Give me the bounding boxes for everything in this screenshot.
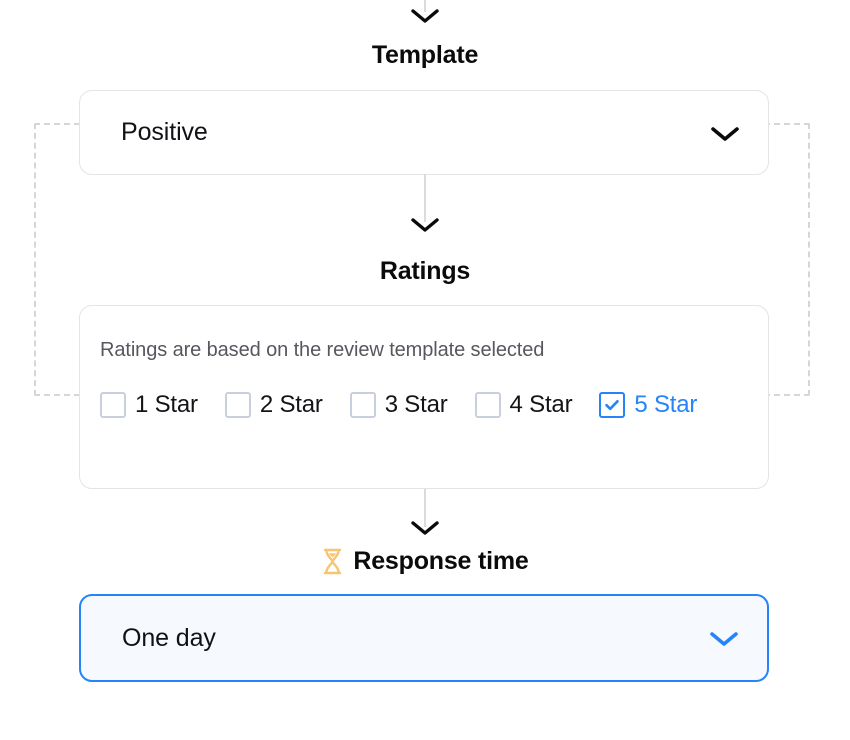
- rating-option-1-star[interactable]: 1 Star: [100, 391, 198, 419]
- ratings-note: Ratings are based on the review template…: [100, 339, 545, 361]
- checkbox-icon-checked[interactable]: [599, 392, 626, 418]
- checkbox-icon[interactable]: [474, 392, 501, 418]
- rating-option-4-star[interactable]: 4 Star: [474, 391, 573, 419]
- rating-option-label: 3 Star: [384, 391, 448, 418]
- rating-option-5-star[interactable]: 5 Star: [599, 391, 697, 419]
- rating-option-label: 2 Star: [259, 391, 323, 418]
- response-time-select[interactable]: One day: [79, 594, 769, 682]
- template-heading: Template: [371, 41, 479, 69]
- rating-option-label: 4 Star: [509, 391, 573, 418]
- chevron-down-icon-top: [408, 6, 442, 26]
- ratings-heading: Ratings: [379, 257, 471, 285]
- rating-option-label: 1 Star: [135, 391, 198, 418]
- chevron-down-icon-response: [408, 518, 442, 538]
- checkbox-icon[interactable]: [349, 392, 376, 418]
- response-time-select-value: One day: [122, 623, 216, 652]
- response-time-heading-row: Response time: [0, 547, 850, 576]
- ratings-card: Ratings are based on the review template…: [79, 305, 769, 489]
- chevron-down-icon[interactable]: [708, 122, 742, 144]
- ratings-checkbox-group: 1 Star 2 Star 3 Star 4 Star 5 Star: [80, 362, 768, 419]
- rating-option-label: 5 Star: [634, 391, 698, 418]
- chevron-down-icon[interactable]: [707, 627, 741, 649]
- rating-option-2-star[interactable]: 2 Star: [224, 391, 323, 419]
- template-select-value: Positive: [121, 118, 208, 146]
- checkbox-icon[interactable]: [224, 392, 251, 418]
- chevron-down-icon-ratings: [408, 215, 442, 235]
- template-select[interactable]: Positive: [79, 90, 769, 175]
- response-time-heading: Response time: [353, 547, 529, 575]
- hourglass-icon: [321, 548, 344, 575]
- checkbox-icon[interactable]: [100, 392, 126, 418]
- rating-option-3-star[interactable]: 3 Star: [349, 391, 448, 419]
- automation-flow-panel: Template Positive Ratings Ratings are ba…: [0, 0, 850, 740]
